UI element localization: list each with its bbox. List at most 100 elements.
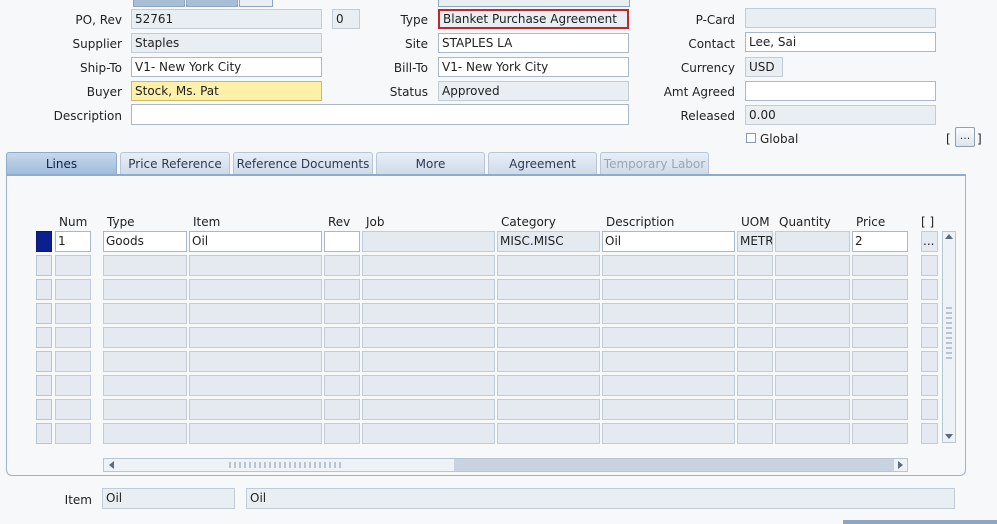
released-field[interactable]: 0.00 bbox=[745, 105, 936, 125]
row-selector[interactable] bbox=[36, 279, 52, 300]
empty-line-cell[interactable] bbox=[737, 351, 773, 372]
empty-line-cell[interactable] bbox=[362, 255, 495, 276]
empty-line-cell[interactable] bbox=[189, 327, 322, 348]
empty-line-cell[interactable] bbox=[852, 327, 908, 348]
empty-line-cell[interactable] bbox=[55, 351, 91, 372]
empty-line-cell[interactable] bbox=[602, 375, 735, 396]
supplier-field[interactable]: Staples bbox=[131, 33, 322, 53]
empty-line-cell[interactable] bbox=[103, 303, 187, 324]
empty-line-cell[interactable] bbox=[775, 279, 850, 300]
empty-line-cell[interactable] bbox=[775, 303, 850, 324]
empty-line-cell[interactable] bbox=[852, 423, 908, 444]
empty-line-cell[interactable] bbox=[189, 375, 322, 396]
empty-line-cell[interactable] bbox=[775, 375, 850, 396]
global-checkbox[interactable] bbox=[746, 133, 756, 143]
empty-line-cell[interactable] bbox=[55, 279, 91, 300]
empty-line-cell[interactable] bbox=[852, 399, 908, 420]
description-field[interactable] bbox=[131, 104, 629, 125]
line-type-cell[interactable]: Goods bbox=[103, 231, 187, 252]
empty-line-cell[interactable] bbox=[103, 279, 187, 300]
empty-line-cell[interactable] bbox=[362, 279, 495, 300]
empty-line-cell[interactable] bbox=[55, 255, 91, 276]
row-selector[interactable] bbox=[36, 399, 52, 420]
empty-line-cell[interactable] bbox=[324, 279, 360, 300]
empty-line-cell[interactable] bbox=[103, 327, 187, 348]
empty-line-cell[interactable] bbox=[602, 351, 735, 372]
empty-line-cell[interactable] bbox=[189, 255, 322, 276]
empty-line-cell[interactable] bbox=[324, 423, 360, 444]
horizontal-scrollbar[interactable] bbox=[103, 458, 908, 472]
scroll-left-arrow-icon[interactable] bbox=[109, 461, 114, 469]
top-toolbar-button-3[interactable] bbox=[239, 0, 273, 7]
row-selector[interactable] bbox=[36, 231, 52, 252]
empty-line-cell[interactable] bbox=[497, 327, 600, 348]
empty-line-cell[interactable] bbox=[775, 423, 850, 444]
buyer-field[interactable]: Stock, Ms. Pat bbox=[131, 81, 322, 101]
scroll-up-arrow-icon[interactable] bbox=[945, 234, 953, 239]
empty-line-cell[interactable] bbox=[362, 303, 495, 324]
empty-line-cell[interactable] bbox=[362, 351, 495, 372]
tab-price-reference[interactable]: Price Reference bbox=[120, 152, 230, 174]
empty-line-cell[interactable] bbox=[189, 399, 322, 420]
empty-line-cell[interactable] bbox=[55, 423, 91, 444]
empty-line-cell[interactable] bbox=[775, 255, 850, 276]
empty-line-cell[interactable] bbox=[602, 279, 735, 300]
tab-agreement[interactable]: Agreement bbox=[488, 152, 597, 174]
empty-line-cell[interactable] bbox=[324, 255, 360, 276]
tab-more[interactable]: More bbox=[376, 152, 485, 174]
empty-line-cell[interactable] bbox=[362, 375, 495, 396]
amt-agreed-field[interactable] bbox=[745, 81, 936, 101]
billto-field[interactable]: V1- New York City bbox=[438, 57, 629, 77]
empty-line-cell[interactable] bbox=[602, 255, 735, 276]
line-category-cell[interactable]: MISC.MISC bbox=[497, 231, 600, 252]
line-uom-cell[interactable]: METR bbox=[737, 231, 773, 252]
empty-line-cell[interactable] bbox=[775, 327, 850, 348]
header-more-button[interactable]: ... bbox=[955, 127, 975, 147]
empty-line-cell[interactable] bbox=[497, 255, 600, 276]
scroll-thumb-grip[interactable] bbox=[946, 307, 952, 361]
row-selector[interactable] bbox=[36, 303, 52, 324]
empty-line-cell[interactable] bbox=[921, 279, 938, 300]
empty-line-cell[interactable] bbox=[921, 327, 938, 348]
empty-line-cell[interactable] bbox=[103, 423, 187, 444]
empty-line-cell[interactable] bbox=[103, 399, 187, 420]
row-selector[interactable] bbox=[36, 255, 52, 276]
scroll-right-arrow-icon[interactable] bbox=[898, 461, 903, 469]
line-quantity-cell[interactable] bbox=[775, 231, 850, 252]
row-selector[interactable] bbox=[36, 327, 52, 348]
empty-line-cell[interactable] bbox=[775, 399, 850, 420]
empty-line-cell[interactable] bbox=[103, 375, 187, 396]
empty-line-cell[interactable] bbox=[189, 423, 322, 444]
tab-lines[interactable]: Lines bbox=[6, 152, 117, 174]
empty-line-cell[interactable] bbox=[921, 423, 938, 444]
line-num-cell[interactable]: 1 bbox=[55, 231, 91, 252]
empty-line-cell[interactable] bbox=[737, 279, 773, 300]
footer-item-description-field[interactable]: Oil bbox=[246, 488, 955, 509]
empty-line-cell[interactable] bbox=[324, 399, 360, 420]
empty-line-cell[interactable] bbox=[55, 399, 91, 420]
row-selector[interactable] bbox=[36, 423, 52, 444]
top-toolbar-button-2[interactable] bbox=[186, 0, 238, 7]
empty-line-cell[interactable] bbox=[737, 375, 773, 396]
empty-line-cell[interactable] bbox=[497, 375, 600, 396]
empty-line-cell[interactable] bbox=[324, 375, 360, 396]
type-field[interactable]: Blanket Purchase Agreement bbox=[438, 9, 629, 29]
line-job-cell[interactable] bbox=[362, 231, 495, 252]
empty-line-cell[interactable] bbox=[55, 375, 91, 396]
empty-line-cell[interactable] bbox=[737, 327, 773, 348]
empty-line-cell[interactable] bbox=[324, 351, 360, 372]
pcard-field[interactable] bbox=[745, 8, 936, 28]
empty-line-cell[interactable] bbox=[55, 303, 91, 324]
empty-line-cell[interactable] bbox=[852, 375, 908, 396]
empty-line-cell[interactable] bbox=[737, 303, 773, 324]
empty-line-cell[interactable] bbox=[921, 399, 938, 420]
site-field[interactable]: STAPLES LA bbox=[438, 33, 629, 53]
tab-reference-documents[interactable]: Reference Documents bbox=[233, 152, 373, 174]
scroll-down-arrow-icon[interactable] bbox=[945, 434, 953, 439]
empty-line-cell[interactable] bbox=[852, 279, 908, 300]
empty-line-cell[interactable] bbox=[602, 399, 735, 420]
empty-line-cell[interactable] bbox=[852, 303, 908, 324]
empty-line-cell[interactable] bbox=[55, 327, 91, 348]
horizontal-scroll-grip[interactable] bbox=[229, 462, 344, 468]
empty-line-cell[interactable] bbox=[921, 255, 938, 276]
